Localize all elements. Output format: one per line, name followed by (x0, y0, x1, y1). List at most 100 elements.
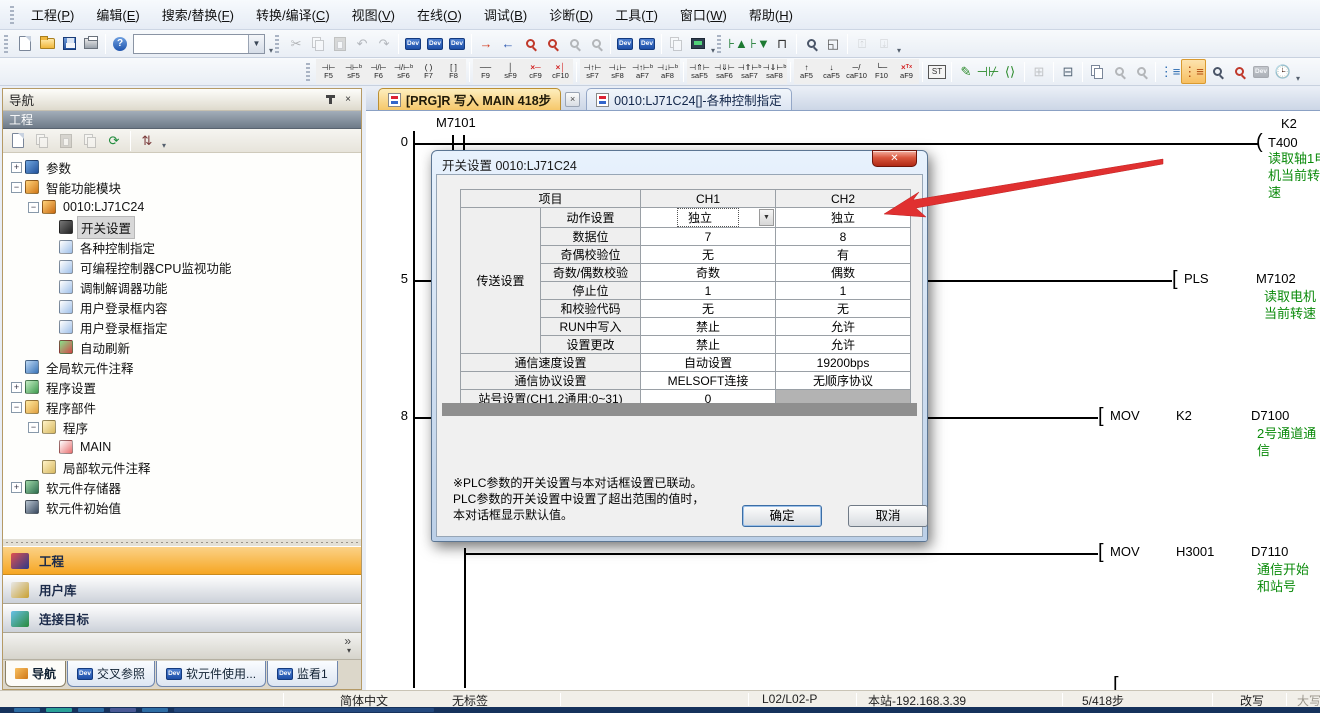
data-path-combo[interactable]: ▼ (133, 34, 265, 54)
outline-collapse-icon[interactable]: ⋮≡ (1181, 59, 1206, 84)
tree-item-可编程控制器CPU监视功能[interactable]: 可编程控制器CPU监视功能 (3, 257, 361, 277)
toolbar-overflow-icon[interactable]: ▾ (895, 46, 903, 55)
nav-sort-icon[interactable]: ⇅ (136, 130, 158, 152)
chevron-down-icon[interactable]: ▼ (248, 35, 264, 53)
paste-icon[interactable] (329, 33, 351, 55)
tab-control-specification[interactable]: 0010:LJ71C24[]-各种控制指定 (586, 88, 791, 110)
close-icon[interactable]: × (341, 93, 355, 107)
find-coil-icon[interactable] (585, 33, 607, 55)
collapse-icon[interactable]: − (11, 402, 22, 413)
menu-item-f[interactable]: 搜索/替换(F) (151, 1, 245, 28)
new-project-icon[interactable] (14, 33, 36, 55)
tree-item-软元件存储器[interactable]: +软元件存储器 (3, 477, 361, 497)
windows-taskbar[interactable] (0, 707, 1320, 713)
watch-start-icon[interactable] (800, 33, 822, 55)
menu-item-h[interactable]: 帮助(H) (738, 1, 804, 28)
tree-item-程序设置[interactable]: +程序设置 (3, 377, 361, 397)
rising-pulse-close-button[interactable]: ⊣⇑⊢saF5 (687, 59, 712, 84)
stack-user-library[interactable]: 用户库 (3, 575, 361, 604)
taskbar-item[interactable] (174, 708, 434, 712)
menu-item-c[interactable]: 转换/编译(C) (245, 1, 341, 28)
taskbar-item[interactable] (46, 708, 72, 712)
open-project-icon[interactable] (36, 33, 58, 55)
tree-item-用户登录框指定[interactable]: 用户登录框指定 (3, 317, 361, 337)
toolbar-overflow-icon[interactable]: ▾ (160, 141, 168, 150)
tree-item-参数[interactable]: +参数 (3, 157, 361, 177)
menu-item-t[interactable]: 工具(T) (604, 1, 669, 28)
coil-button[interactable]: ( )F7 (416, 59, 441, 84)
menu-item-b[interactable]: 调试(B) (473, 1, 538, 28)
vertical-line-button[interactable]: │sF9 (498, 59, 523, 84)
tree-item-用户登录框内容[interactable]: 用户登录框内容 (3, 297, 361, 317)
menu-item-d[interactable]: 诊断(D) (538, 1, 604, 28)
nav-new-icon[interactable] (7, 130, 29, 152)
taskbar-item[interactable] (142, 708, 168, 712)
collapse-icon[interactable]: − (28, 422, 39, 433)
convert-pulse-button[interactable]: ↓caF5 (819, 59, 844, 84)
monitor-start-icon[interactable]: ⊦▲ (727, 33, 749, 55)
rising-pulse-button[interactable]: ⊣↑⊢sF7 (580, 59, 605, 84)
menu-item-p[interactable]: 工程(P) (20, 1, 85, 28)
invert-operation-button[interactable]: ↑aF5 (794, 59, 819, 84)
connect-coil-icon[interactable]: ⟨⟩ (999, 61, 1021, 83)
expand-icon[interactable]: + (11, 162, 22, 173)
expand-icon[interactable]: + (11, 382, 22, 393)
delete-vertical-button[interactable]: ×│cF10 (548, 59, 573, 84)
chevron-down-icon[interactable]: ▼ (759, 209, 774, 226)
navtab-device-usage[interactable]: Dev软元件使用... (156, 661, 266, 687)
device-test-icon[interactable]: Dev (1250, 61, 1272, 83)
find-zoom-icon[interactable] (1206, 61, 1228, 83)
collapse-icon[interactable]: − (11, 182, 22, 193)
stack-project[interactable]: 工程 (3, 546, 361, 575)
note-edit-icon[interactable] (1130, 61, 1152, 83)
close-contact-button[interactable]: ⊣/⊢F6 (366, 59, 391, 84)
tree-item-程序[interactable]: −程序 (3, 417, 361, 437)
tree-item-程序部件[interactable]: −程序部件 (3, 397, 361, 417)
undo-icon[interactable]: ↶ (351, 33, 373, 55)
navtab-navigation[interactable]: 导航 (5, 661, 66, 687)
device-find-icon[interactable]: Dev (402, 33, 424, 55)
tree-item-开关设置[interactable]: 开关设置 (3, 217, 361, 237)
print-icon[interactable] (80, 33, 102, 55)
remote-screen-icon[interactable] (687, 33, 709, 55)
panel-splitter[interactable] (3, 539, 361, 546)
taskbar-item[interactable] (78, 708, 104, 712)
no-convert-button[interactable]: ─/caF10 (844, 59, 869, 84)
toolbar-overflow-icon[interactable]: ▾ (709, 46, 717, 55)
tree-item-智能功能模块[interactable]: −智能功能模块 (3, 177, 361, 197)
delete-free-line-button[interactable]: ×ᵀˣaF9 (894, 59, 919, 84)
comment-display-icon[interactable] (665, 33, 687, 55)
falling-pulse-button[interactable]: ⊣↓⊢sF8 (605, 59, 630, 84)
help-icon[interactable]: ? (109, 33, 131, 55)
device-display-icon[interactable]: Dev (614, 33, 636, 55)
tree-item-调制解调器功能[interactable]: 调制解调器功能 (3, 277, 361, 297)
inline-st-button[interactable]: ST (926, 61, 948, 83)
edit-block-icon[interactable]: ⊞ (1028, 61, 1050, 83)
nav-property-icon[interactable] (79, 130, 101, 152)
copy-icon[interactable] (307, 33, 329, 55)
find-contact-icon[interactable] (563, 33, 585, 55)
find-instruction-icon[interactable] (541, 33, 563, 55)
expand-icon[interactable]: + (11, 482, 22, 493)
falling-pulse-close-branch-button[interactable]: ⊣⇓⊢ᵇsaF8 (762, 59, 787, 84)
collapse-icon[interactable]: − (28, 202, 39, 213)
connect-open-icon[interactable]: ⊣⊬ (977, 61, 999, 83)
stack-more-button[interactable]: »▾ (3, 633, 361, 659)
tree-item-软元件初始值[interactable]: 软元件初始值 (3, 497, 361, 517)
device-display-off-icon[interactable]: Dev (636, 33, 658, 55)
taskbar-item[interactable] (14, 708, 40, 712)
edit-ladder-icon[interactable]: ✎ (955, 61, 977, 83)
stack-connection[interactable]: 连接目标 (3, 604, 361, 633)
close-branch-button[interactable]: ⊣/⊢ᵇsF6 (391, 59, 416, 84)
menu-item-o[interactable]: 在线(O) (406, 1, 473, 28)
menu-item-e[interactable]: 编辑(E) (85, 1, 150, 28)
ok-button[interactable]: 确定 (742, 505, 822, 527)
find-device-icon[interactable] (519, 33, 541, 55)
zoom-time-icon[interactable]: 🕒 (1272, 61, 1294, 83)
statement-edit-icon[interactable] (1108, 61, 1130, 83)
pin-icon[interactable] (323, 93, 337, 107)
device-batch-icon[interactable]: Dev (424, 33, 446, 55)
nav-refresh-icon[interactable]: ⟳ (103, 130, 125, 152)
toolbar-overflow-icon[interactable]: ▾ (1294, 74, 1302, 83)
rising-pulse-branch-button[interactable]: ⊣↑⊢ᵇaF7 (630, 59, 655, 84)
